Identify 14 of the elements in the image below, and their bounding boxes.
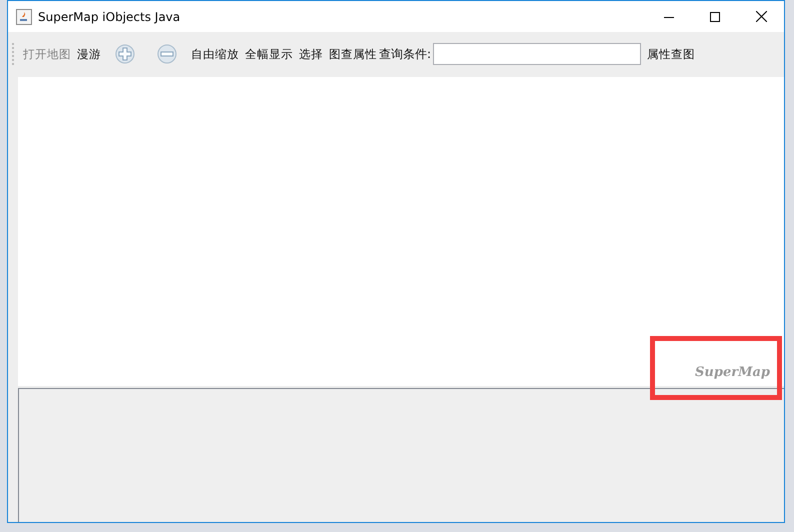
map-logo: SuperMap	[695, 365, 770, 380]
toolbar-button[interactable]: 自由缩放	[191, 46, 239, 62]
maximize-icon	[710, 12, 720, 22]
toolbar-button[interactable]: 图查属性	[329, 46, 377, 62]
query-input-field[interactable]	[433, 43, 642, 65]
window-title: SuperMap iObjects Java	[38, 10, 180, 24]
toolbar-button[interactable]: 选择	[299, 46, 323, 62]
toolbar-button[interactable]: 属性查图	[647, 46, 696, 62]
toolbar-grip[interactable]	[12, 43, 17, 65]
close-icon	[756, 11, 766, 22]
toolbar-button[interactable]: 漫游	[77, 46, 101, 62]
toolbar-button[interactable]: 全幅显示	[245, 46, 293, 62]
query-label: 查询条件:	[379, 46, 432, 62]
cup-icon	[16, 8, 32, 24]
